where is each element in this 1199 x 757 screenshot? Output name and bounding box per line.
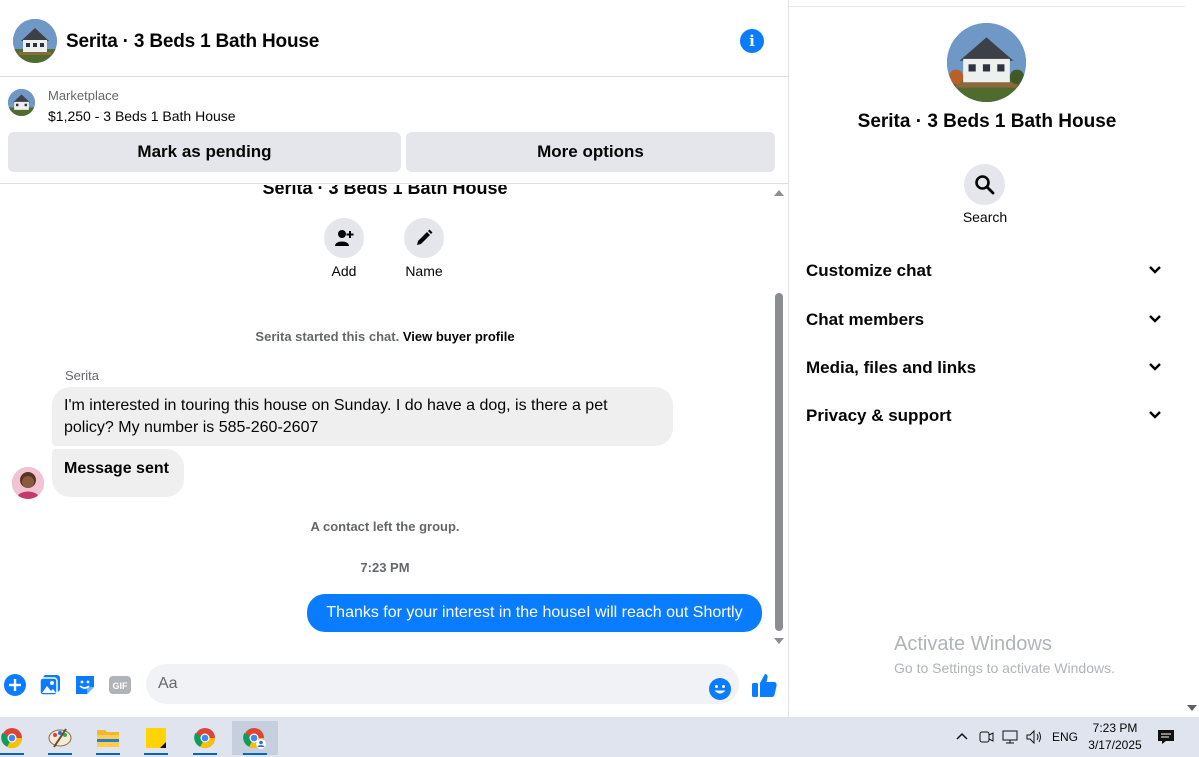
section-media-files-links[interactable]: Media, files and links <box>806 348 1170 388</box>
thumbs-up-icon[interactable] <box>750 671 778 699</box>
taskbar-clock[interactable]: 7:23 PM 3/17/2025 <box>1083 720 1147 754</box>
pencil-icon <box>417 229 433 245</box>
message-composer: GIF <box>0 660 788 710</box>
thread-header-title: Serita · 3 Beds 1 Bath House <box>262 185 508 198</box>
chevron-up-icon[interactable] <box>955 731 969 741</box>
folder-icon <box>97 730 119 747</box>
notification-icon[interactable] <box>1157 728 1175 746</box>
chat-header: Serita · 3 Beds 1 Bath House i <box>0 7 788 77</box>
sticker-icon[interactable] <box>73 673 97 697</box>
listing-price-title[interactable]: $1,250 - 3 Beds 1 Bath House <box>48 108 236 124</box>
network-icon[interactable] <box>1001 729 1019 745</box>
chat-started-text: Serita started this chat. <box>255 329 403 344</box>
input-language[interactable]: ENG <box>1052 730 1078 744</box>
taskbar-sticky-notes[interactable] <box>136 721 176 755</box>
section-label: Chat members <box>806 310 925 329</box>
active-indicator <box>193 753 217 755</box>
emoji-icon[interactable] <box>708 677 732 701</box>
svg-text:GIF: GIF <box>113 681 129 691</box>
active-indicator <box>144 753 168 755</box>
paint-palette-icon <box>48 728 72 748</box>
outgoing-message[interactable]: Thanks for your interest in the houseI w… <box>307 594 762 632</box>
scroll-thumb[interactable] <box>775 293 783 631</box>
chat-title[interactable]: Serita · 3 Beds 1 Bath House <box>66 31 319 53</box>
chevron-down-icon <box>1149 315 1161 323</box>
chat-info-panel: Serita · 3 Beds 1 Bath House Search Cust… <box>789 7 1185 717</box>
search-icon <box>975 175 995 195</box>
sender-name: Serita <box>65 368 99 383</box>
photo-icon[interactable] <box>38 673 62 697</box>
watermark-line-1: Activate Windows <box>894 633 1052 655</box>
chrome-icon <box>243 728 266 749</box>
section-chat-members[interactable]: Chat members <box>806 300 1170 340</box>
volume-icon[interactable] <box>1025 729 1043 745</box>
active-indicator <box>243 753 267 755</box>
active-indicator <box>0 753 24 755</box>
incoming-message[interactable]: Message sent <box>52 449 184 497</box>
add-person-icon <box>335 230 354 246</box>
chat-pane: Serita · 3 Beds 1 Bath House i Marketpla… <box>0 0 789 717</box>
listing-source: Marketplace <box>48 88 119 103</box>
taskbar-file-explorer[interactable] <box>88 721 128 755</box>
name-chat-button[interactable] <box>404 218 444 258</box>
add-people-button[interactable] <box>324 218 364 258</box>
search-label: Search <box>962 209 1008 225</box>
more-options-button[interactable]: More options <box>406 132 775 172</box>
clock-date: 3/17/2025 <box>1088 738 1142 752</box>
listing-thumbnail[interactable] <box>8 89 35 116</box>
screen: Serita · 3 Beds 1 Bath House i Marketpla… <box>0 0 1199 757</box>
view-buyer-profile-link[interactable]: View buyer profile <box>403 329 515 344</box>
message-thread[interactable]: Serita · 3 Beds 1 Bath House Add Name Se <box>0 185 770 653</box>
listing-banner: Marketplace $1,250 - 3 Beds 1 Bath House… <box>0 78 788 184</box>
add-label: Add <box>331 263 357 279</box>
chevron-down-icon <box>1149 266 1161 274</box>
watermark-line-2: Go to Settings to activate Windows. <box>894 660 1115 676</box>
info-title: Serita · 3 Beds 1 Bath House <box>857 111 1117 132</box>
scroll-up-arrow[interactable] <box>774 190 784 196</box>
incoming-message[interactable]: I'm interested in touring this house on … <box>52 387 673 446</box>
section-label: Privacy & support <box>806 406 952 425</box>
taskbar-chrome-active[interactable] <box>232 721 278 755</box>
section-customize-chat[interactable]: Customize chat <box>806 251 1170 291</box>
active-indicator <box>96 753 120 755</box>
clock-time: 7:23 PM <box>1092 721 1138 735</box>
listing-avatar[interactable] <box>13 19 57 63</box>
taskbar-paint-app[interactable] <box>40 721 80 755</box>
chrome-icon <box>194 728 216 749</box>
meet-now-icon[interactable] <box>978 729 994 745</box>
plus-circle-icon[interactable] <box>3 673 27 697</box>
section-label: Customize chat <box>806 261 932 280</box>
chevron-down-icon <box>1149 363 1161 371</box>
scroll-down-arrow[interactable] <box>774 638 784 644</box>
sender-avatar[interactable] <box>12 467 44 499</box>
thread-scrollbar[interactable] <box>770 185 788 653</box>
contact-left-notice: A contact left the group. <box>310 519 460 534</box>
windows-taskbar: ENG 7:23 PM 3/17/2025 <box>0 717 1199 757</box>
page-scroll-down-arrow[interactable] <box>1187 705 1197 711</box>
activate-windows-watermark: Activate Windows Go to Settings to activ… <box>894 633 1115 676</box>
active-indicator <box>48 753 72 755</box>
sticky-note-icon <box>146 728 166 748</box>
name-label: Name <box>405 263 443 279</box>
info-listing-avatar[interactable] <box>947 23 1026 102</box>
section-label: Media, files and links <box>806 358 977 377</box>
search-in-chat-button[interactable] <box>964 164 1005 205</box>
message-input-wrapper <box>146 664 739 704</box>
page-scrollbar[interactable] <box>1185 0 1199 717</box>
gif-icon[interactable]: GIF <box>108 673 132 697</box>
taskbar-chrome-app[interactable] <box>0 721 32 755</box>
message-timestamp: 7:23 PM <box>360 560 410 575</box>
chevron-down-icon <box>1149 411 1161 419</box>
chrome-icon <box>1 728 23 749</box>
mark-as-pending-button[interactable]: Mark as pending <box>8 132 401 172</box>
chat-started-notice: Serita started this chat. View buyer pro… <box>0 329 770 344</box>
section-privacy-support[interactable]: Privacy & support <box>806 396 1170 436</box>
taskbar-chrome-profile[interactable] <box>185 721 225 755</box>
message-input[interactable] <box>158 664 698 704</box>
info-icon[interactable]: i <box>740 29 764 53</box>
